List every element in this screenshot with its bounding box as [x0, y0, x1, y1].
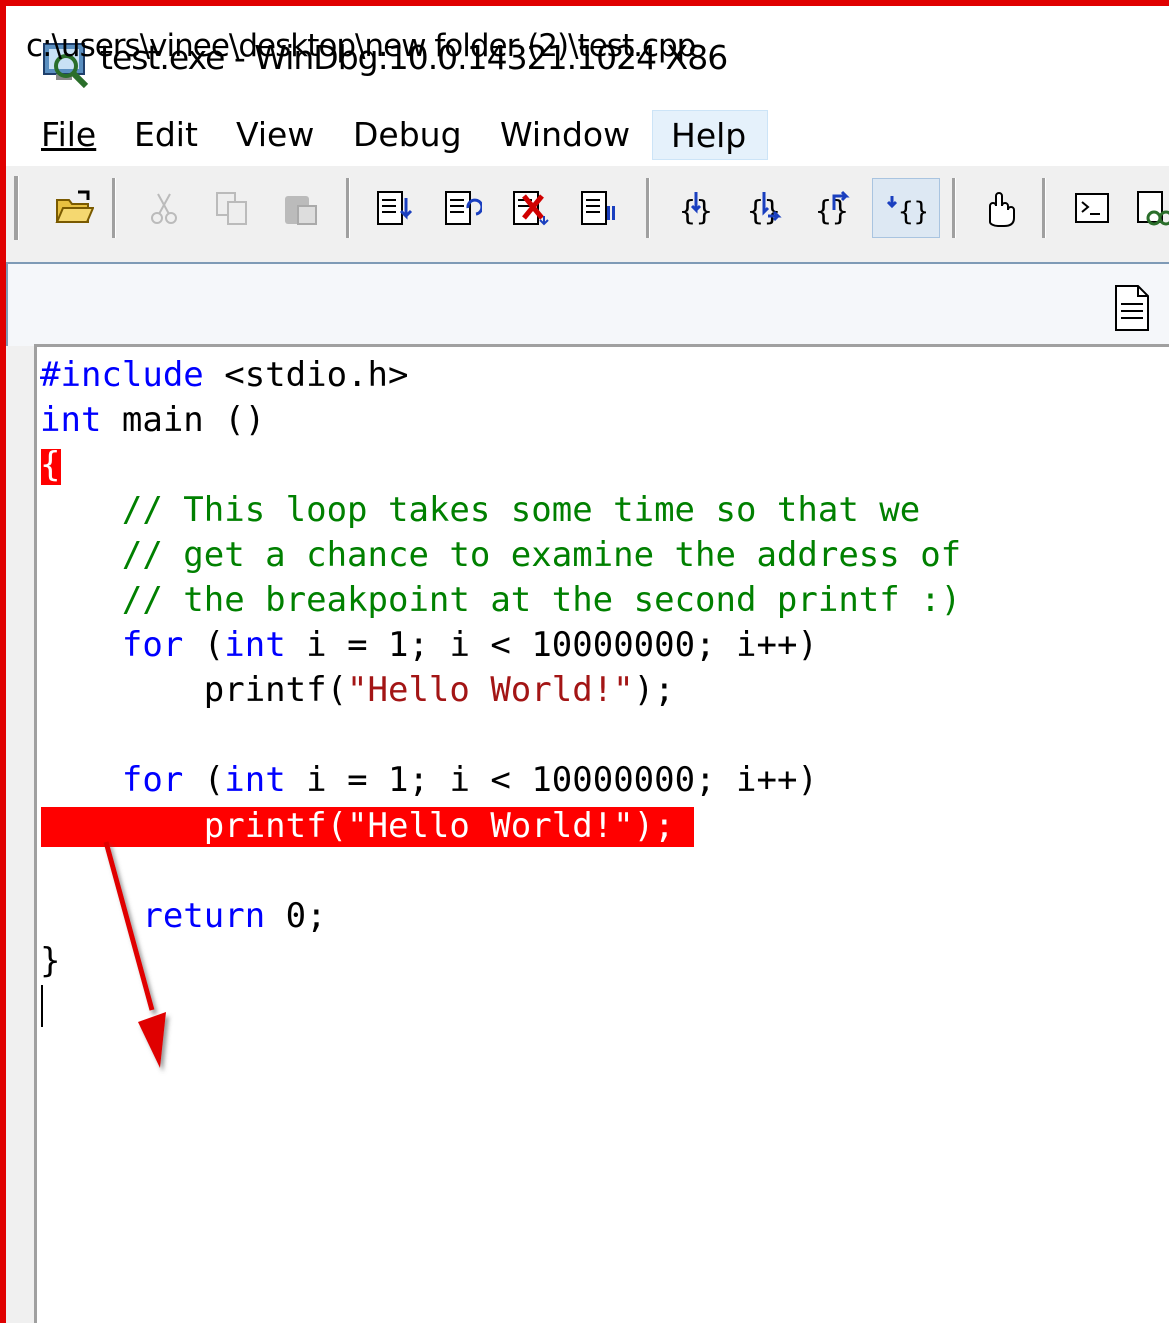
code-line-close-brace: }: [40, 941, 61, 981]
watch-window-icon[interactable]: [1128, 178, 1169, 238]
step-over-icon[interactable]: {}: [738, 178, 790, 238]
code-line-1: #include <stdio.h>: [40, 354, 408, 396]
code-keyword: return: [142, 896, 266, 936]
code-text: (: [183, 760, 225, 800]
stop-debugging-icon[interactable]: [504, 178, 556, 238]
code-text: );: [633, 670, 675, 710]
code-keyword: for: [121, 760, 184, 800]
code-line-printf-1: printf("Hello World!");: [40, 669, 675, 711]
code-text: (: [183, 625, 225, 665]
code-line-for-1: for (int i = 1; i < 10000000; i++): [40, 624, 818, 666]
code-text: 0;: [265, 896, 327, 936]
code-line-3: {: [40, 445, 61, 485]
code-line-2: int main (): [40, 399, 265, 441]
code-keyword: int: [40, 400, 102, 440]
code-line-return: return 0;: [40, 895, 327, 937]
menu-window[interactable]: Window: [482, 110, 648, 160]
menu-help-label: Help: [671, 116, 747, 155]
go-icon[interactable]: [368, 178, 420, 238]
text-caret: [41, 985, 43, 1027]
menu-file-label: File: [41, 115, 97, 154]
menu-help[interactable]: Help: [652, 110, 768, 160]
code-text: main (): [101, 400, 266, 440]
code-string: "Hello World!": [347, 670, 634, 710]
menu-bar: File Edit View Debug Window Help: [6, 104, 1169, 165]
step-into-icon[interactable]: {}: [670, 178, 722, 238]
code-text: i = 1; i < 10000000; i++): [285, 760, 818, 800]
code-keyword: #include: [40, 355, 204, 395]
code-text: i = 1; i < 10000000; i++): [285, 625, 818, 665]
menu-debug[interactable]: Debug: [335, 110, 480, 160]
menu-debug-label: Debug: [353, 115, 462, 154]
toolbar-grip[interactable]: [14, 176, 19, 240]
source-window-titlebar: [6, 262, 1169, 346]
copy-icon: [206, 178, 258, 238]
code-line-for-2: for (int i = 1; i < 10000000; i++): [40, 759, 818, 801]
menu-edit-label: Edit: [134, 115, 198, 154]
menu-edit[interactable]: Edit: [116, 110, 216, 160]
toolbar-separator: [952, 178, 956, 238]
workspace-background: [6, 254, 1169, 262]
code-keyword: int: [224, 625, 286, 665]
svg-text:{}: {}: [898, 197, 926, 227]
step-out-icon[interactable]: {}: [806, 178, 858, 238]
menu-view-label: View: [236, 115, 315, 154]
command-window-icon[interactable]: [1066, 178, 1118, 238]
toolbar-separator: [112, 178, 116, 238]
menu-window-label: Window: [500, 115, 631, 154]
open-icon[interactable]: [48, 178, 100, 238]
code-keyword: int: [224, 760, 286, 800]
restart-icon[interactable]: [436, 178, 488, 238]
break-icon[interactable]: [572, 178, 624, 238]
document-icon[interactable]: [1112, 284, 1152, 332]
cut-icon: [138, 178, 190, 238]
run-to-cursor-icon[interactable]: {}: [872, 178, 940, 238]
toolbar-separator: [346, 178, 350, 238]
menu-file[interactable]: File: [23, 110, 114, 160]
source-mode-icon[interactable]: [972, 178, 1024, 238]
code-comment-line-3: // the breakpoint at the second printf :…: [40, 580, 962, 620]
code-comment-line-1: // This loop takes some time so that we: [40, 490, 921, 530]
toolbar-separator: [646, 178, 650, 238]
toolbar-separator: [1042, 178, 1046, 238]
source-file-path: c:\users\vinee\desktop\new folder (2)\te…: [26, 28, 696, 64]
code-comment-line-2: // get a chance to examine the address o…: [40, 535, 962, 575]
paste-icon: [274, 178, 326, 238]
toolbar: {} {} {} {}: [6, 164, 1169, 256]
code-keyword: for: [121, 625, 184, 665]
code-text: <stdio.h>: [203, 355, 409, 395]
menu-view[interactable]: View: [218, 110, 332, 160]
code-line-printf-breakpoint: printf("Hello World!");: [40, 806, 675, 846]
code-text: printf(: [40, 670, 348, 710]
